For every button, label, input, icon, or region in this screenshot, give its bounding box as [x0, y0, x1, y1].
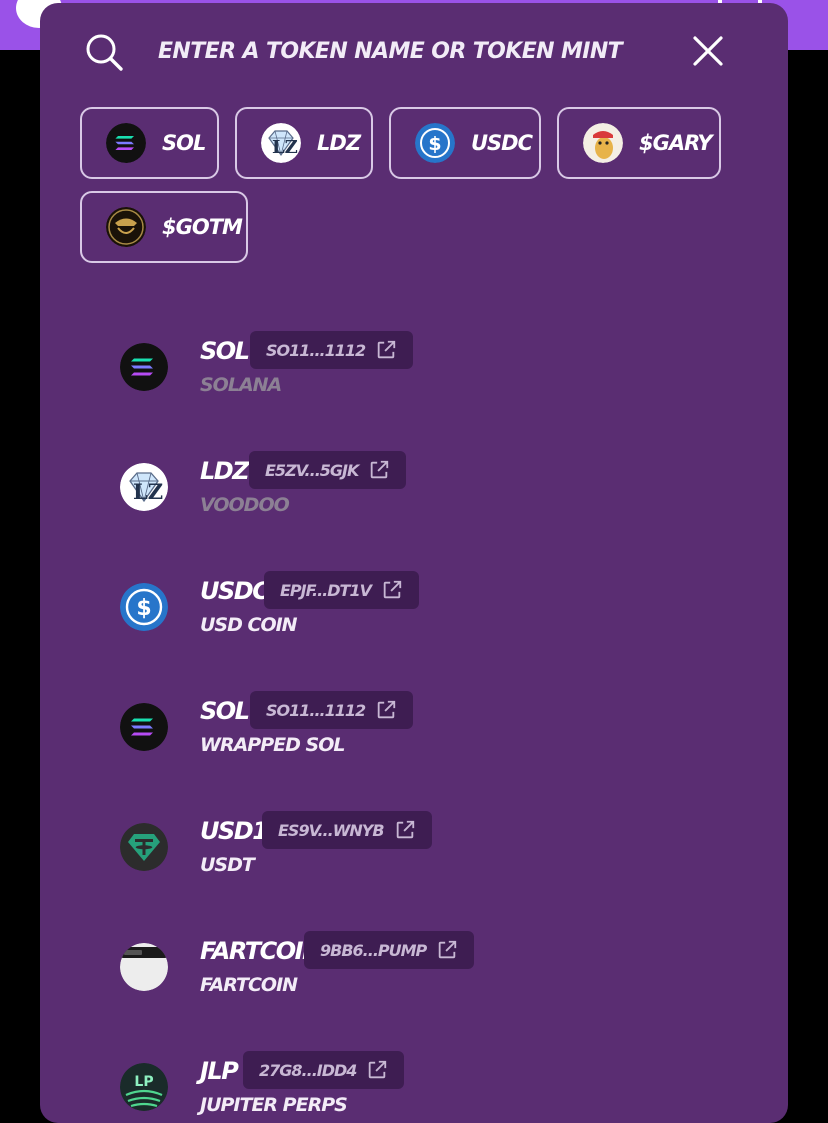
token-address: 27G8...idD4: [259, 1060, 357, 1080]
external-link-icon: [369, 1060, 387, 1079]
solana-icon: [120, 343, 168, 391]
token-name: USD Coin: [200, 614, 298, 636]
token-address-link[interactable]: E5ZV...5GJK: [249, 451, 407, 489]
quick-token-label: $GARY: [639, 131, 713, 155]
token-address: Es9v...wNYB: [278, 820, 385, 840]
search-row: [40, 3, 788, 99]
token-address: EPjF...Dt1v: [280, 580, 372, 600]
quick-token-label: SOL: [162, 131, 206, 155]
token-address: So11...1112: [266, 340, 366, 360]
token-address-link[interactable]: So11...1112: [250, 691, 414, 729]
gary-avatar-icon: [583, 123, 623, 163]
external-link-icon: [371, 460, 389, 479]
token-row-ldz[interactable]: LZ LDZ E5ZV...5GJK Voodoo: [40, 443, 788, 563]
token-address-link[interactable]: So11...1112: [250, 331, 414, 369]
solana-icon: [106, 123, 146, 163]
token-address-link[interactable]: 9BB6...pump: [304, 931, 475, 969]
token-symbol: USD1: [200, 817, 269, 845]
token-symbol: SOL: [200, 337, 250, 365]
close-button[interactable]: [688, 31, 728, 71]
token-name: Voodoo: [200, 494, 290, 516]
token-address: So11...1112: [266, 700, 366, 720]
quick-token-sol[interactable]: SOL: [80, 107, 219, 179]
svg-text:$: $: [136, 596, 151, 621]
token-search-modal: SOL LZ LDZ $ USDC: [40, 3, 788, 1123]
gotm-avatar-icon: [106, 207, 146, 247]
token-row-usdc[interactable]: $ USDC EPjF...Dt1v USD Coin: [40, 563, 788, 683]
svg-text:LP: LP: [134, 1074, 153, 1090]
token-name: USDT: [200, 854, 255, 876]
token-symbol: USDC: [200, 577, 270, 605]
fartcoin-icon: [120, 943, 168, 991]
quick-token-gotm[interactable]: $GOTM: [80, 191, 248, 263]
quick-token-usdc[interactable]: $ USDC: [389, 107, 541, 179]
external-link-icon: [439, 940, 457, 959]
tether-icon: [120, 823, 168, 871]
jlp-icon: LP: [120, 1063, 168, 1111]
close-icon: [693, 36, 723, 66]
external-link-icon: [383, 580, 402, 599]
quick-token-label: LDZ: [317, 131, 361, 155]
token-row-jlp[interactable]: LP JLP 27G8...idD4 Jupiter Perps: [40, 1043, 788, 1123]
token-symbol: Fartcoin: [200, 937, 322, 965]
usdc-icon: $: [415, 123, 455, 163]
quick-token-ldz[interactable]: LZ LDZ: [235, 107, 373, 179]
external-link-icon: [396, 820, 414, 839]
external-link-icon: [377, 340, 396, 359]
token-symbol: LDZ: [200, 457, 250, 485]
token-search-input[interactable]: [158, 31, 658, 71]
svg-text:LZ: LZ: [272, 137, 298, 158]
token-address: E5ZV...5GJK: [265, 460, 359, 480]
search-icon: [86, 34, 123, 71]
svg-text:LZ: LZ: [133, 479, 163, 504]
token-address: 9BB6...pump: [320, 940, 427, 960]
token-name: Jupiter Perps: [200, 1094, 348, 1116]
token-name: Solana: [200, 374, 282, 396]
token-symbol: JLP: [200, 1057, 239, 1085]
svg-text:$: $: [428, 133, 441, 155]
token-row-fartcoin[interactable]: Fartcoin 9BB6...pump Fartcoin: [40, 923, 788, 1043]
token-row-wrapped-sol[interactable]: SOL So11...1112 Wrapped SOL: [40, 683, 788, 803]
token-name: Wrapped SOL: [200, 734, 345, 756]
ldz-diamond-icon: LZ: [120, 463, 168, 511]
token-name: Fartcoin: [200, 974, 298, 996]
solana-icon: [120, 703, 168, 751]
usdc-icon: $: [120, 583, 168, 631]
token-symbol: SOL: [200, 697, 250, 725]
token-row-usd1[interactable]: USD1 Es9v...wNYB USDT: [40, 803, 788, 923]
token-row-sol[interactable]: SOL So11...1112 Solana: [40, 323, 788, 443]
token-address-link[interactable]: 27G8...idD4: [243, 1051, 405, 1089]
token-address-link[interactable]: Es9v...wNYB: [262, 811, 432, 849]
quick-token-label: $GOTM: [162, 215, 243, 239]
external-link-icon: [377, 700, 396, 719]
token-address-link[interactable]: EPjF...Dt1v: [264, 571, 419, 609]
quick-token-label: USDC: [471, 131, 533, 155]
ldz-diamond-icon: LZ: [261, 123, 301, 163]
quick-token-gary[interactable]: $GARY: [557, 107, 721, 179]
